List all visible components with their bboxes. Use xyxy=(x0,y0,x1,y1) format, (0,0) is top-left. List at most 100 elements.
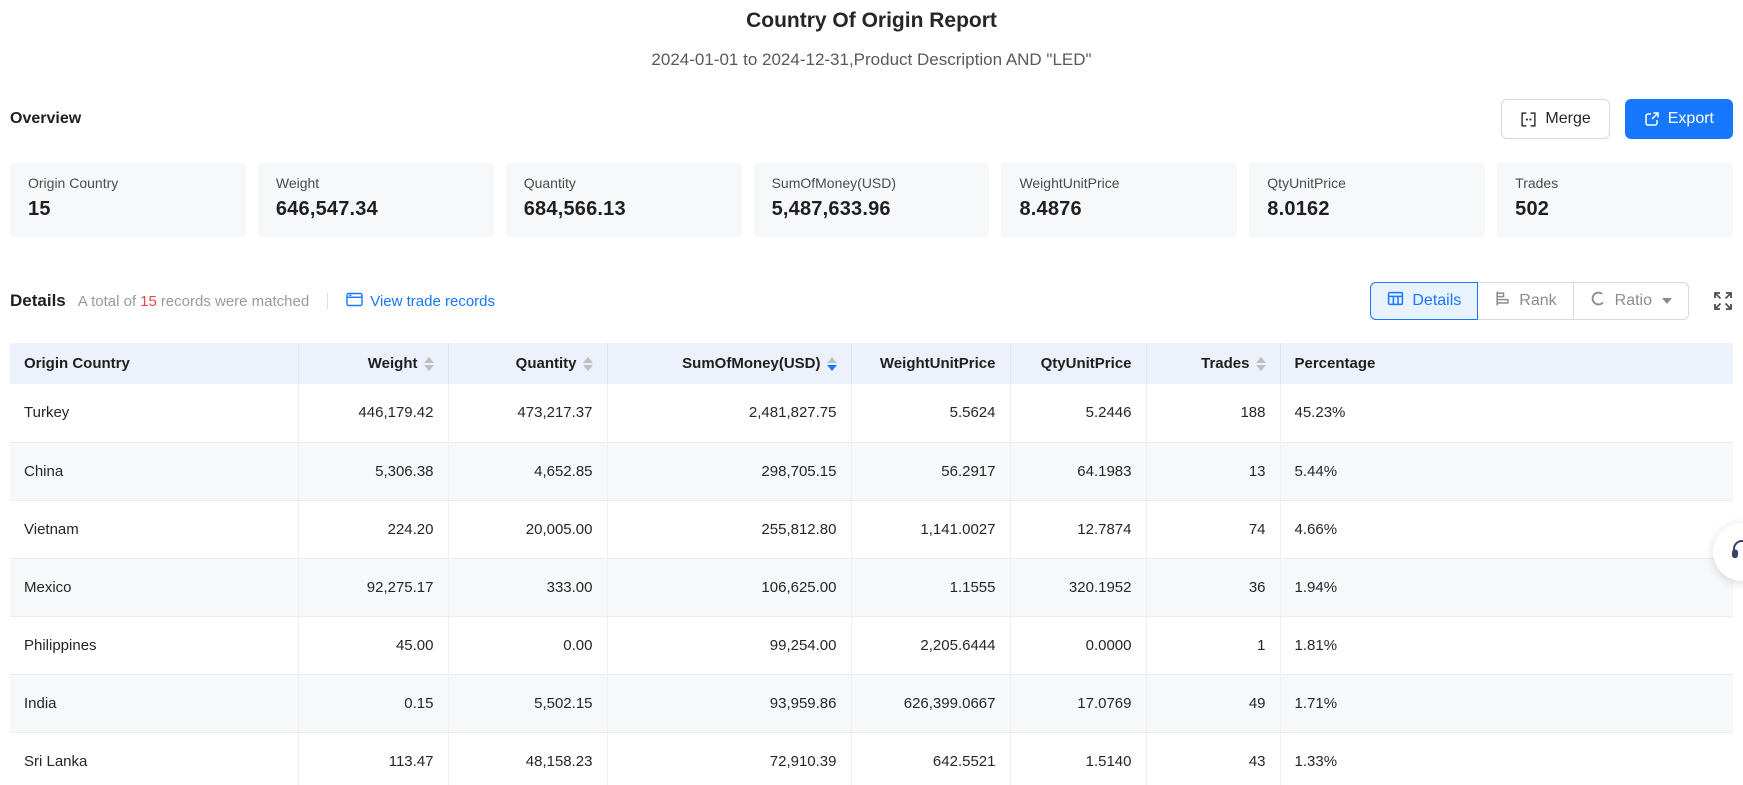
tab-rank-label: Rank xyxy=(1519,292,1556,310)
table-row: China5,306.384,652.85298,705.1556.291764… xyxy=(10,442,1733,500)
overview-card: WeightUnitPrice8.4876 xyxy=(1001,162,1237,238)
column-header-country: Origin Country xyxy=(10,343,298,384)
cell-wup: 1.1555 xyxy=(851,558,1010,616)
pie-circle-icon xyxy=(1590,290,1607,312)
country-of-origin-report-page: Country Of Origin Report 2024-01-01 to 2… xyxy=(0,0,1743,785)
cell-weight: 113.47 xyxy=(298,732,448,785)
cell-pct: 1.94% xyxy=(1280,558,1733,616)
column-header-qup: QtyUnitPrice xyxy=(1010,343,1146,384)
card-label: Origin Country xyxy=(28,175,228,191)
overview-cards: Origin Country 15 Weight 646,547.34 Quantity… xyxy=(10,162,1733,238)
cell-country: Sri Lanka xyxy=(10,732,298,785)
cell-weight: 224.20 xyxy=(298,500,448,558)
column-label: QtyUnitPrice xyxy=(1041,355,1132,372)
overview-card: Quantity684,566.13 xyxy=(506,162,742,238)
cell-sum: 298,705.15 xyxy=(607,442,851,500)
sort-icon[interactable] xyxy=(424,357,434,371)
browser-window-icon xyxy=(346,292,363,311)
sort-icon[interactable] xyxy=(583,357,593,371)
card-value: 646,547.34 xyxy=(276,198,476,221)
table-row: Vietnam224.2020,005.00255,812.801,141.00… xyxy=(10,500,1733,558)
cell-wup: 642.5521 xyxy=(851,732,1010,785)
cell-quantity: 473,217.37 xyxy=(448,384,607,442)
column-label: Quantity xyxy=(516,355,577,372)
details-table-wrap: Origin CountryWeight Quantity SumOfMoney(U… xyxy=(10,343,1733,785)
cell-trades: 49 xyxy=(1146,674,1280,732)
cell-country: India xyxy=(10,674,298,732)
view-switcher-group: Details Rank xyxy=(1370,282,1733,320)
sort-icon[interactable] xyxy=(827,357,837,371)
sort-icon[interactable] xyxy=(1256,357,1266,371)
table-row: India0.155,502.1593,959.86626,399.066717… xyxy=(10,674,1733,732)
table-row: Sri Lanka113.4748,158.2372,910.39642.552… xyxy=(10,732,1733,785)
cell-pct: 4.66% xyxy=(1280,500,1733,558)
details-summary-group: Details A total of15records were matched… xyxy=(10,291,495,311)
fullscreen-button[interactable] xyxy=(1713,291,1733,311)
cell-qup: 12.7874 xyxy=(1010,500,1146,558)
column-header-trades[interactable]: Trades xyxy=(1146,343,1280,384)
details-bar: Details A total of15records were matched… xyxy=(10,282,1733,320)
cell-quantity: 20,005.00 xyxy=(448,500,607,558)
card-label: SumOfMoney(USD) xyxy=(772,175,972,191)
cell-qup: 0.0000 xyxy=(1010,616,1146,674)
cell-quantity: 4,652.85 xyxy=(448,442,607,500)
card-label: WeightUnitPrice xyxy=(1019,175,1219,191)
cell-wup: 5.5624 xyxy=(851,384,1010,442)
tab-details-label: Details xyxy=(1412,292,1461,310)
tab-rank[interactable]: Rank xyxy=(1477,282,1573,320)
card-label: Weight xyxy=(276,175,476,191)
details-heading: Details xyxy=(10,291,66,311)
cell-qup: 320.1952 xyxy=(1010,558,1146,616)
table-row: Turkey446,179.42473,217.372,481,827.755.… xyxy=(10,384,1733,442)
cell-weight: 5,306.38 xyxy=(298,442,448,500)
cell-qup: 64.1983 xyxy=(1010,442,1146,500)
cell-country: Mexico xyxy=(10,558,298,616)
summary-prefix: A total of xyxy=(78,293,136,310)
column-header-weight[interactable]: Weight xyxy=(298,343,448,384)
tab-ratio[interactable]: Ratio xyxy=(1573,282,1689,320)
cell-trades: 188 xyxy=(1146,384,1280,442)
merge-button[interactable]: Merge xyxy=(1501,99,1609,139)
cell-wup: 1,141.0027 xyxy=(851,500,1010,558)
report-header: Country Of Origin Report 2024-01-01 to 2… xyxy=(10,0,1733,72)
column-label: Percentage xyxy=(1295,355,1376,372)
card-value: 5,487,633.96 xyxy=(772,198,972,221)
cell-sum: 99,254.00 xyxy=(607,616,851,674)
tab-details[interactable]: Details xyxy=(1370,282,1478,320)
cell-quantity: 5,502.15 xyxy=(448,674,607,732)
card-value: 8.0162 xyxy=(1267,198,1467,221)
column-header-wup: WeightUnitPrice xyxy=(851,343,1010,384)
report-subtitle: 2024-01-01 to 2024-12-31,Product Descrip… xyxy=(10,48,1733,72)
export-icon xyxy=(1644,111,1660,127)
view-trade-records-label: View trade records xyxy=(370,293,495,310)
table-header-row: Origin CountryWeight Quantity SumOfMoney(U… xyxy=(10,343,1733,384)
matched-records-summary: A total of15records were matched xyxy=(78,293,309,310)
column-header-quantity[interactable]: Quantity xyxy=(448,343,607,384)
column-header-sum[interactable]: SumOfMoney(USD) xyxy=(607,343,851,384)
cell-sum: 106,625.00 xyxy=(607,558,851,616)
cell-trades: 36 xyxy=(1146,558,1280,616)
export-button[interactable]: Export xyxy=(1625,99,1733,139)
cell-quantity: 333.00 xyxy=(448,558,607,616)
vertical-divider xyxy=(327,293,328,309)
headset-icon xyxy=(1730,538,1743,567)
column-label: Trades xyxy=(1201,355,1249,372)
view-mode-tabs: Details Rank xyxy=(1370,282,1689,320)
cell-pct: 1.71% xyxy=(1280,674,1733,732)
cell-quantity: 0.00 xyxy=(448,616,607,674)
cell-country: Vietnam xyxy=(10,500,298,558)
column-label: SumOfMoney(USD) xyxy=(682,355,820,372)
cell-country: China xyxy=(10,442,298,500)
cell-qup: 5.2446 xyxy=(1010,384,1146,442)
matched-count: 15 xyxy=(140,293,157,310)
cell-pct: 1.33% xyxy=(1280,732,1733,785)
view-trade-records-link[interactable]: View trade records xyxy=(346,292,495,311)
overview-card: QtyUnitPrice 8.0162 xyxy=(1249,162,1485,238)
column-header-pct: Percentage xyxy=(1280,343,1733,384)
column-label: WeightUnitPrice xyxy=(880,355,996,372)
card-label: QtyUnitPrice xyxy=(1267,175,1467,191)
cell-country: Philippines xyxy=(10,616,298,674)
card-value: 15 xyxy=(28,198,228,221)
overview-actions: Merge Export xyxy=(1501,99,1733,139)
fullscreen-expand-icon xyxy=(1713,299,1733,314)
